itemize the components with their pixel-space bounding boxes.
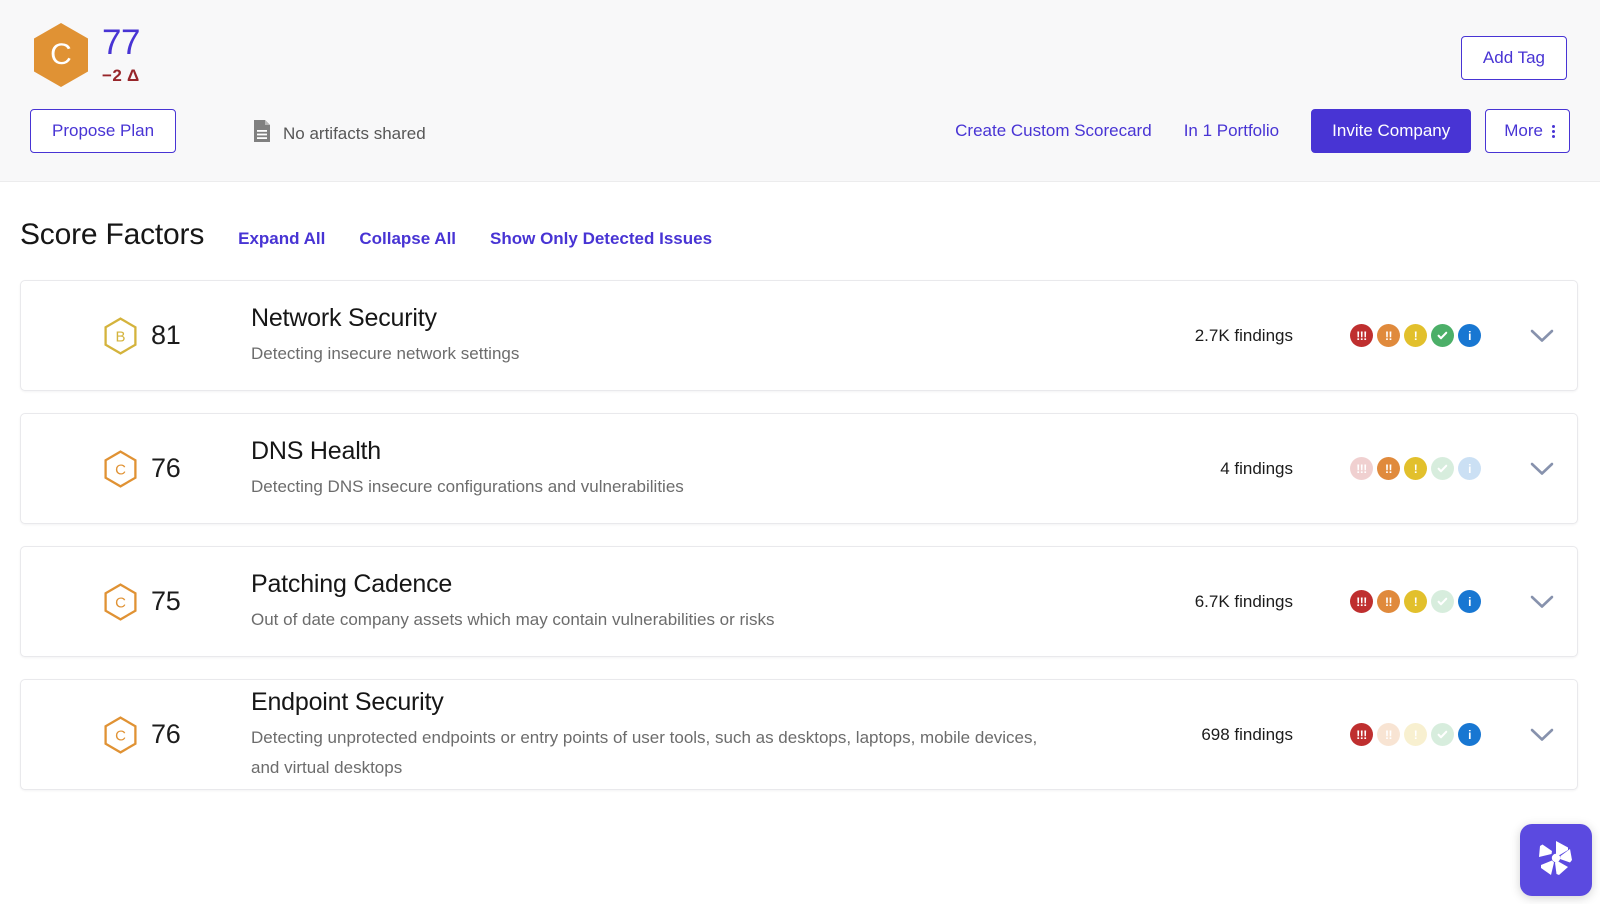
severity-badge-critical[interactable]: !!! xyxy=(1350,590,1373,613)
chevron-down-icon[interactable] xyxy=(1529,722,1555,748)
factor-description: Out of date company assets which may con… xyxy=(251,610,775,629)
factor-grade-block: B 81 xyxy=(21,316,251,355)
artifacts-status: No artifacts shared xyxy=(252,119,426,148)
severity-badge-group: !!!!!! i xyxy=(1350,723,1481,746)
severity-badge-medium[interactable]: ! xyxy=(1404,590,1427,613)
severity-badge-info[interactable]: i xyxy=(1458,324,1481,347)
chevron-down-icon[interactable] xyxy=(1529,323,1555,349)
collapse-all-link[interactable]: Collapse All xyxy=(359,229,456,249)
severity-badge-high[interactable]: !! xyxy=(1377,457,1400,480)
page-header: C 77 −2 Δ Add Tag Propose Plan No artifa… xyxy=(0,0,1600,182)
severity-badge-info[interactable]: i xyxy=(1458,590,1481,613)
company-score-delta: −2 Δ xyxy=(102,66,140,85)
score-factors-link-group: Expand All Collapse All Show Only Detect… xyxy=(238,229,712,249)
factor-body: Endpoint Security Detecting unprotected e… xyxy=(251,686,1175,783)
severity-badge-low[interactable] xyxy=(1431,723,1454,746)
hexagon-aperture-logo-icon xyxy=(1535,837,1577,884)
in-portfolio-link[interactable]: In 1 Portfolio xyxy=(1168,109,1295,153)
company-grade-letter: C xyxy=(50,38,72,71)
company-grade-hexagon-icon: C xyxy=(32,22,90,88)
factor-grade-block: C 75 xyxy=(21,582,251,621)
factor-grade-block: C 76 xyxy=(21,715,251,754)
severity-badge-critical[interactable]: !!! xyxy=(1350,723,1373,746)
score-factors-header: Score Factors Expand All Collapse All Sh… xyxy=(0,218,1600,252)
severity-badge-low[interactable] xyxy=(1431,590,1454,613)
severity-badge-medium[interactable]: ! xyxy=(1404,723,1427,746)
company-score-value: 77 xyxy=(102,23,140,62)
svg-text:C: C xyxy=(115,594,126,611)
severity-badge-low[interactable] xyxy=(1431,457,1454,480)
severity-badge-high[interactable]: !! xyxy=(1377,324,1400,347)
factor-findings-count: 6.7K findings xyxy=(1194,591,1293,611)
svg-text:C: C xyxy=(115,461,126,478)
svg-text:B: B xyxy=(115,328,125,345)
severity-badge-group: !!!!!! i xyxy=(1350,324,1481,347)
severity-badge-group: !!!!!! i xyxy=(1350,590,1481,613)
header-bottom-row: Propose Plan No artifacts shared Create … xyxy=(0,104,1600,182)
factor-title: Patching Cadence xyxy=(251,570,453,598)
more-button[interactable]: More xyxy=(1485,109,1570,153)
factor-description: Detecting insecure network settings xyxy=(251,344,520,363)
factor-title: DNS Health xyxy=(251,437,381,465)
severity-badge-critical[interactable]: !!! xyxy=(1350,324,1373,347)
score-factor-card[interactable]: C 75 Patching Cadence Out of date company a… xyxy=(20,546,1578,657)
add-tag-button[interactable]: Add Tag xyxy=(1460,36,1567,80)
score-factor-card[interactable]: C 76 DNS Health Detecting DNS insecure conf… xyxy=(20,413,1578,524)
factor-grade-block: C 76 xyxy=(21,449,251,488)
chevron-down-icon[interactable] xyxy=(1529,456,1555,482)
factor-score-value: 75 xyxy=(151,586,181,616)
document-icon xyxy=(252,119,272,148)
severity-badge-group: !!!!!! i xyxy=(1350,457,1481,480)
factor-findings-count: 2.7K findings xyxy=(1194,325,1293,345)
severity-badge-high[interactable]: !! xyxy=(1377,590,1400,613)
factor-grade-hexagon-icon: B xyxy=(104,316,137,355)
more-label: More xyxy=(1504,121,1543,140)
factor-grade-hexagon-icon: C xyxy=(104,715,137,754)
factor-title: Endpoint Security xyxy=(251,688,444,716)
severity-badge-medium[interactable]: ! xyxy=(1404,324,1427,347)
score-factor-card[interactable]: B 81 Network Security Detecting insecure ne… xyxy=(20,280,1578,391)
expand-all-link[interactable]: Expand All xyxy=(238,229,325,249)
severity-badge-critical[interactable]: !!! xyxy=(1350,457,1373,480)
header-top-row: C 77 −2 Δ Add Tag xyxy=(0,0,1600,104)
factor-body: DNS Health Detecting DNS insecure configu… xyxy=(251,435,1175,502)
severity-badge-info[interactable]: i xyxy=(1458,723,1481,746)
assistant-widget-button[interactable] xyxy=(1520,824,1592,896)
header-actions: Create Custom Scorecard In 1 Portfolio I… xyxy=(939,109,1570,153)
factor-description: Detecting unprotected endpoints or entry… xyxy=(251,728,1038,777)
severity-badge-medium[interactable]: ! xyxy=(1404,457,1427,480)
factor-grade-hexagon-icon: C xyxy=(104,582,137,621)
factor-body: Patching Cadence Out of date company asse… xyxy=(251,568,1175,635)
score-factor-card[interactable]: C 76 Endpoint Security Detecting unprotecte… xyxy=(20,679,1578,790)
factor-findings-count: 698 findings xyxy=(1201,724,1293,744)
severity-badge-info[interactable]: i xyxy=(1458,457,1481,480)
severity-badge-high[interactable]: !! xyxy=(1377,723,1400,746)
company-score-block: C 77 −2 Δ xyxy=(32,22,140,88)
factor-grade-hexagon-icon: C xyxy=(104,449,137,488)
show-only-detected-issues-link[interactable]: Show Only Detected Issues xyxy=(490,229,712,249)
propose-plan-button[interactable]: Propose Plan xyxy=(30,109,177,153)
factor-score-value: 76 xyxy=(151,453,181,483)
invite-company-button[interactable]: Invite Company xyxy=(1311,109,1472,153)
score-factor-list: B 81 Network Security Detecting insecure ne… xyxy=(0,280,1600,790)
page-title: Score Factors xyxy=(20,218,205,251)
svg-text:C: C xyxy=(115,727,126,744)
factor-score-value: 81 xyxy=(151,320,181,350)
factor-body: Network Security Detecting insecure netwo… xyxy=(251,302,1175,369)
factor-description: Detecting DNS insecure configurations an… xyxy=(251,477,684,496)
kebab-menu-icon xyxy=(1552,124,1555,138)
factor-title: Network Security xyxy=(251,304,437,332)
factor-findings-count: 4 findings xyxy=(1220,458,1293,478)
chevron-down-icon[interactable] xyxy=(1529,589,1555,615)
severity-badge-low[interactable] xyxy=(1431,324,1454,347)
main-content: Score Factors Expand All Collapse All Sh… xyxy=(0,218,1600,790)
create-custom-scorecard-link[interactable]: Create Custom Scorecard xyxy=(939,109,1168,153)
factor-score-value: 76 xyxy=(151,719,181,749)
artifacts-label: No artifacts shared xyxy=(283,123,426,143)
